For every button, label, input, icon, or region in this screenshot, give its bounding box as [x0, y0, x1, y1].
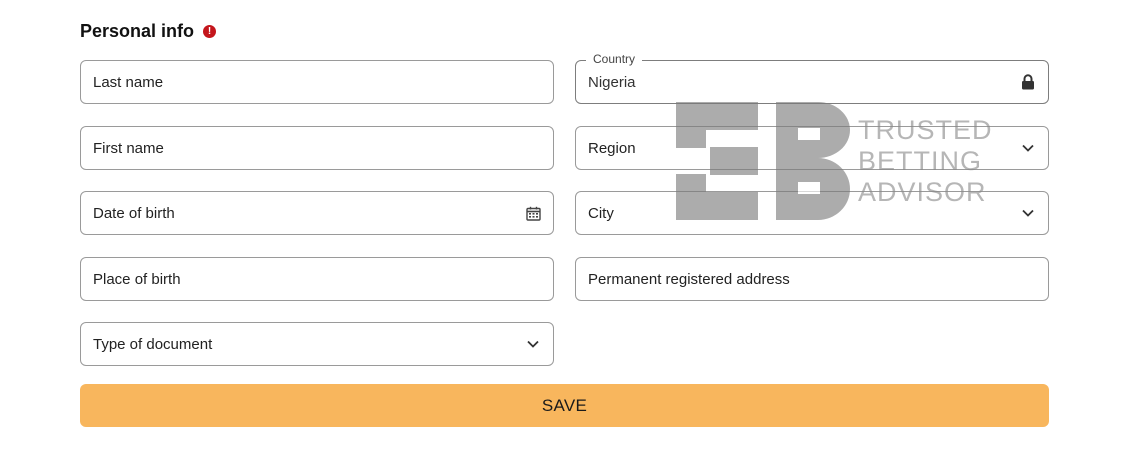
region-select[interactable]: Region: [575, 126, 1049, 170]
country-value: Nigeria: [588, 73, 636, 91]
address-label: Permanent registered address: [588, 270, 790, 288]
first-name-label: First name: [93, 139, 164, 157]
chevron-down-icon: [1020, 205, 1036, 221]
city-select[interactable]: City: [575, 191, 1049, 235]
document-type-label: Type of document: [93, 335, 213, 353]
region-label: Region: [588, 139, 636, 157]
document-type-select[interactable]: Type of document: [80, 322, 554, 366]
section-header: Personal info !: [80, 21, 217, 42]
chevron-down-icon: [1020, 140, 1036, 156]
country-label: Country: [586, 52, 643, 66]
date-of-birth-field[interactable]: Date of birth: [80, 191, 554, 235]
place-of-birth-field[interactable]: Place of birth: [80, 257, 554, 301]
lock-icon: [1020, 74, 1036, 90]
address-field[interactable]: Permanent registered address: [575, 257, 1049, 301]
first-name-field[interactable]: First name: [80, 126, 554, 170]
chevron-down-icon: [525, 336, 541, 352]
calendar-icon[interactable]: [525, 205, 541, 221]
city-label: City: [588, 204, 614, 222]
save-button[interactable]: SAVE: [80, 384, 1049, 427]
country-field: Country Nigeria: [575, 52, 1049, 104]
last-name-label: Last name: [93, 73, 164, 91]
last-name-field[interactable]: Last name: [80, 60, 554, 104]
exclamation-circle-icon: !: [203, 25, 217, 38]
date-of-birth-label: Date of birth: [93, 204, 175, 222]
place-of-birth-label: Place of birth: [93, 270, 181, 288]
section-title: Personal info: [80, 21, 195, 41]
